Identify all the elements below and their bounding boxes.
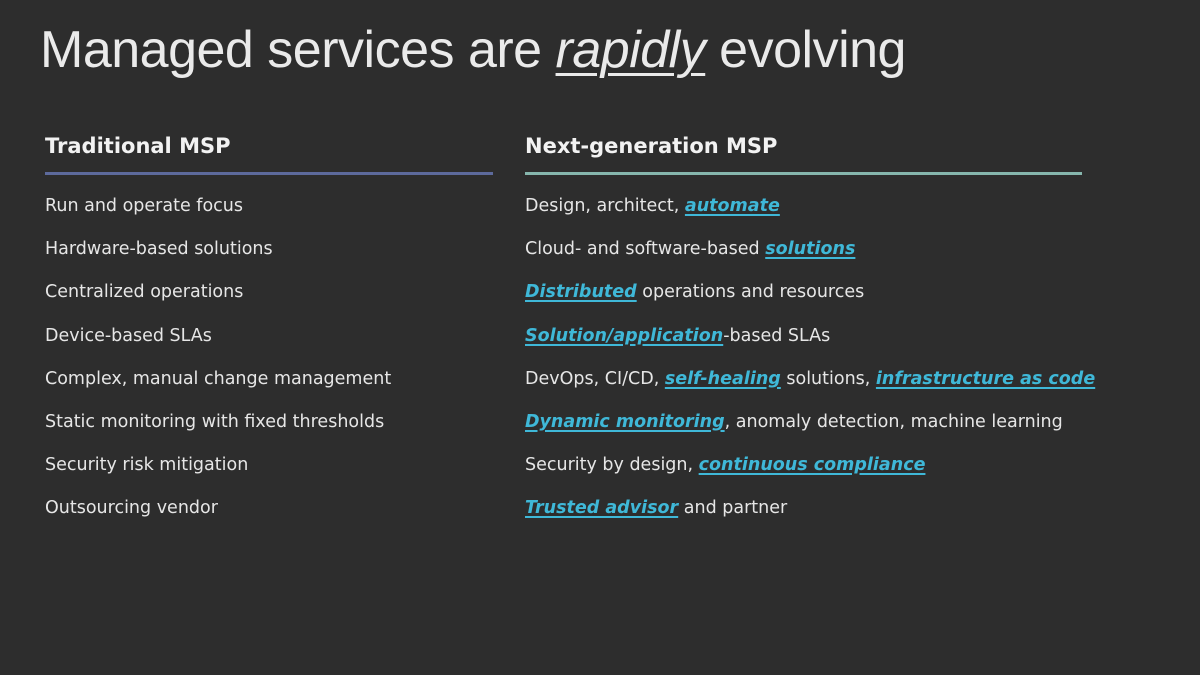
item-text: Security by design,: [525, 455, 699, 476]
list-item: Outsourcing vendor: [45, 498, 218, 519]
title-text-post: evolving: [705, 21, 906, 79]
next-generation-msp-list: Design, architect, automate Cloud- and so…: [525, 185, 1095, 531]
list-item: Trusted advisor and partner: [525, 487, 1085, 530]
item-text: and partner: [678, 498, 788, 519]
highlighted-term: continuous compliance: [698, 455, 926, 476]
traditional-heading-rule: [45, 172, 493, 175]
highlighted-term: Solution/application: [525, 325, 724, 346]
list-item: Solution/application-based SLAs: [525, 315, 1085, 358]
traditional-msp-heading: Traditional MSP: [45, 134, 231, 158]
next-generation-heading-rule: [525, 172, 1082, 175]
highlighted-term: infrastructure as code: [875, 368, 1096, 389]
highlighted-term: solutions: [765, 239, 856, 260]
highlighted-term: self-healing: [664, 368, 781, 389]
highlighted-term: Trusted advisor: [525, 498, 679, 519]
list-item: Hardware-based solutions: [45, 239, 273, 260]
list-item: Design, architect, automate: [525, 185, 1085, 228]
list-item: Distributed operations and resources: [525, 271, 1085, 314]
traditional-msp-column: Traditional MSP Run and operate focus Ha…: [45, 130, 495, 531]
slide-title: Managed services are rapidly evolving: [40, 18, 906, 82]
list-item: Run and operate focus: [45, 196, 243, 216]
list-item: Cloud- and software-based solutions: [525, 228, 1085, 271]
title-text-pre: Managed services are: [40, 21, 556, 79]
list-item: Dynamic monitoring, anomaly detection, m…: [525, 401, 1085, 444]
item-text: Design, architect,: [525, 196, 685, 216]
item-text: Cloud- and software-based: [525, 239, 766, 260]
list-item: Centralized operations: [45, 282, 244, 303]
highlighted-term: Dynamic monitoring: [525, 411, 725, 432]
list-item: Device-based SLAs: [45, 325, 212, 346]
highlighted-term: Distributed: [525, 282, 637, 303]
highlighted-term: automate: [684, 196, 780, 216]
item-text: solutions,: [780, 368, 876, 389]
item-text: , anomaly detection, machine learning: [724, 411, 1063, 432]
item-text: DevOps, CI/CD,: [525, 368, 665, 389]
next-generation-msp-column: Next-generation MSP Design, architect, a…: [525, 130, 1095, 531]
next-generation-msp-heading: Next-generation MSP: [525, 134, 778, 158]
list-item: Complex, manual change management: [45, 368, 392, 389]
list-item: Security risk mitigation: [45, 455, 249, 476]
item-text: -based SLAs: [723, 325, 831, 346]
list-item: DevOps, CI/CD, self-healing solutions, i…: [525, 358, 1095, 401]
traditional-msp-list: Run and operate focus Hardware-based sol…: [45, 185, 495, 531]
list-item: Security by design, continuous complianc…: [525, 444, 1085, 487]
item-text: operations and resources: [636, 282, 865, 303]
list-item: Static monitoring with fixed thresholds: [45, 411, 385, 432]
title-emphasis: rapidly: [555, 21, 706, 79]
